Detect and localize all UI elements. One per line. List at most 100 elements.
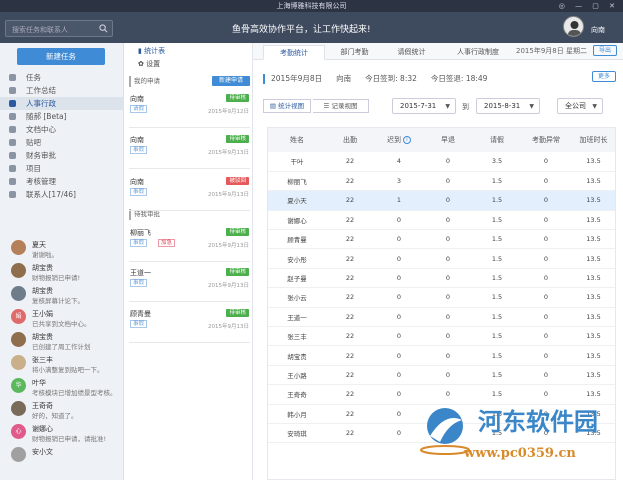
menu-icon	[9, 87, 16, 94]
info-icon[interactable]: i	[403, 136, 411, 144]
contact-message: 谢谢啦。	[32, 251, 58, 259]
column-header[interactable]: 出勤	[326, 128, 374, 152]
new-request-button[interactable]: 新建申请	[212, 76, 250, 86]
table-row[interactable]: 谢娜心 22 0 0 1.5 0 13.5	[268, 210, 615, 231]
avatar: 华	[11, 378, 26, 393]
column-header[interactable]: 考勤异常	[522, 128, 570, 152]
tab-leave-stats[interactable]: 请假统计	[384, 45, 439, 60]
request-card[interactable]: 顾青曼 事假 待审核 2015年9月13日	[129, 305, 250, 343]
sidebar-item-label: 任务	[26, 73, 41, 82]
tab-settings[interactable]: ✿ 设置	[138, 58, 160, 70]
table-cell: 0	[522, 307, 570, 328]
table-row[interactable]: 赵子曼 22 0 0 1.5 0 13.5	[268, 268, 615, 289]
table-row[interactable]: 干叶 22 4 0 3.5 0 13.5	[268, 152, 615, 172]
tab-hr-policy[interactable]: 人事行政制度	[445, 45, 511, 60]
table-cell: 0	[522, 345, 570, 366]
table-row[interactable]: 王道一 22 0 0 1.5 0 13.5	[268, 307, 615, 328]
table-row[interactable]: 张小云 22 0 0 1.5 0 13.5	[268, 287, 615, 308]
sidebar-item[interactable]: 文档中心	[0, 123, 124, 136]
sidebar-item[interactable]: 工作总结	[0, 84, 124, 97]
table-cell: 谢娜心	[268, 210, 326, 231]
tab-stats-table[interactable]: ▮ 统计表	[138, 45, 165, 57]
contact-item[interactable]: 胡宝贵 已创建了周工作计划	[0, 329, 124, 352]
table-cell: 0	[522, 248, 570, 269]
sidebar-item-label: 人事行政	[26, 99, 56, 108]
contact-item[interactable]: 心谢娜心 财物报销已申请，请批准!	[0, 421, 124, 444]
contact-item[interactable]: 胡宝贵 财物报销已申请!	[0, 260, 124, 283]
sidebar-item[interactable]: 考核管理	[0, 175, 124, 188]
tab-dept-attendance[interactable]: 部门考勤	[327, 45, 382, 60]
contact-item[interactable]: 娟王小娟 已共享到文档中心。	[0, 306, 124, 329]
table-cell: 0	[522, 210, 570, 231]
column-header[interactable]: 加班时长	[570, 128, 615, 152]
request-card[interactable]: 向南 请假 待审核 2015年9月12日	[129, 90, 250, 128]
table-row[interactable]: 王小路 22 0 0 1.5 0 13.5	[268, 365, 615, 386]
table-row[interactable]: 柳丽飞 22 3 0 1.5 0 13.5	[268, 171, 615, 192]
search-input[interactable]: 搜索任务和联系人	[5, 20, 113, 37]
date-from-select[interactable]: 2015-7-31 ▼	[392, 98, 456, 114]
table-cell: 0	[522, 190, 570, 211]
status-badge: 待审核	[226, 309, 249, 317]
user-name[interactable]: 向南	[591, 25, 605, 35]
contact-message: 财物报销已申请，请批准!	[32, 435, 107, 443]
gear-icon: ✿	[138, 60, 144, 68]
status-badge: 待审核	[226, 135, 249, 143]
sidebar-item[interactable]: 财务审批	[0, 149, 124, 162]
stats-view-button[interactable]: ▤ 统计视图	[263, 99, 311, 113]
sidebar-item[interactable]: 联系人[17/46]	[0, 188, 124, 201]
contact-item[interactable]: 王奇奇 好的，知道了。	[0, 398, 124, 421]
table-cell: 赵子曼	[268, 268, 326, 289]
request-card[interactable]: 王道一 事假 待审核 2015年9月13日	[129, 264, 250, 302]
request-card[interactable]: 向南 事假 被驳回 2015年9月13日	[129, 173, 250, 211]
request-card[interactable]: 向南 事假 待审核 2015年9月13日	[129, 131, 250, 169]
table-row[interactable]: 顾青曼 22 0 0 1.5 0 13.5	[268, 229, 615, 250]
window-controls[interactable]: ◎ — ▢ ✕	[559, 0, 619, 12]
column-header[interactable]: 迟到 i	[374, 128, 424, 152]
tab-attendance-stats[interactable]: 考勤统计	[263, 45, 325, 60]
table-cell: 3	[374, 171, 424, 192]
watermark: 河东软件园 www.pc0359.cn	[418, 402, 623, 480]
contact-item[interactable]: 华叶华 考核模块已增加绩景型考核。	[0, 375, 124, 398]
column-header[interactable]: 请假	[472, 128, 522, 152]
watermark-url: www.pc0359.cn	[464, 446, 576, 461]
contact-item[interactable]: 张三丰 将小满整复到贴吧一下。	[0, 352, 124, 375]
table-row[interactable]: 张三丰 22 0 0 1.5 0 13.5	[268, 326, 615, 347]
column-header[interactable]: 早退	[424, 128, 472, 152]
new-task-button[interactable]: 新建任务	[17, 48, 105, 65]
request-card[interactable]: 柳丽飞 事假 加急 待审核 2015年9月13日	[129, 224, 250, 262]
request-name: 向南	[130, 178, 144, 186]
column-header[interactable]: 姓名	[268, 128, 326, 152]
date-to-select[interactable]: 2015-8-31 ▼	[476, 98, 540, 114]
request-name: 王道一	[130, 269, 151, 277]
request-date: 2015年9月12日	[208, 109, 249, 115]
sidebar-item[interactable]: 贴吧	[0, 136, 124, 149]
table-cell: 1.5	[472, 229, 522, 250]
table-cell: 0	[374, 404, 424, 424]
sidebar-item-label: 工作总结	[26, 86, 56, 95]
table-cell: 22	[326, 190, 374, 211]
sidebar-item[interactable]: 人事行政	[0, 97, 124, 110]
contact-item[interactable]: 安小文	[0, 444, 124, 467]
column-header-label: 迟到	[387, 136, 401, 144]
search-icon[interactable]	[99, 24, 108, 33]
contact-item[interactable]: 胡宝贵 复核屏幕计论下。	[0, 283, 124, 306]
column-header-label: 考勤异常	[532, 136, 560, 144]
export-button[interactable]: 导出	[593, 45, 617, 56]
more-button[interactable]: 更多	[592, 71, 616, 82]
table-row[interactable]: 安小彤 22 0 0 1.5 0 13.5	[268, 248, 615, 269]
sidebar-item[interactable]: 项目	[0, 162, 124, 175]
table-row[interactable]: 夏小天 22 1 0 1.5 0 13.5	[268, 190, 615, 211]
sidebar-item[interactable]: 任务	[0, 71, 124, 84]
user-avatar[interactable]	[563, 16, 584, 37]
record-view-button[interactable]: ☰ 记录视图	[313, 99, 369, 113]
sidebar-item[interactable]: 随郝 [Beta]	[0, 110, 124, 123]
table-cell: 0	[424, 268, 472, 289]
contact-message: 已共享到文档中心。	[32, 320, 91, 328]
company-select[interactable]: 全公司 ▼	[557, 98, 603, 114]
sidebar-item-label: 贴吧	[26, 138, 41, 147]
request-type-tag: 请假	[130, 105, 148, 113]
table-cell: 1	[374, 190, 424, 211]
table-row[interactable]: 胡宝贵 22 0 0 1.5 0 13.5	[268, 345, 615, 366]
contact-item[interactable]: 夏天 谢谢啦。	[0, 237, 124, 260]
table-cell: 0	[424, 326, 472, 347]
